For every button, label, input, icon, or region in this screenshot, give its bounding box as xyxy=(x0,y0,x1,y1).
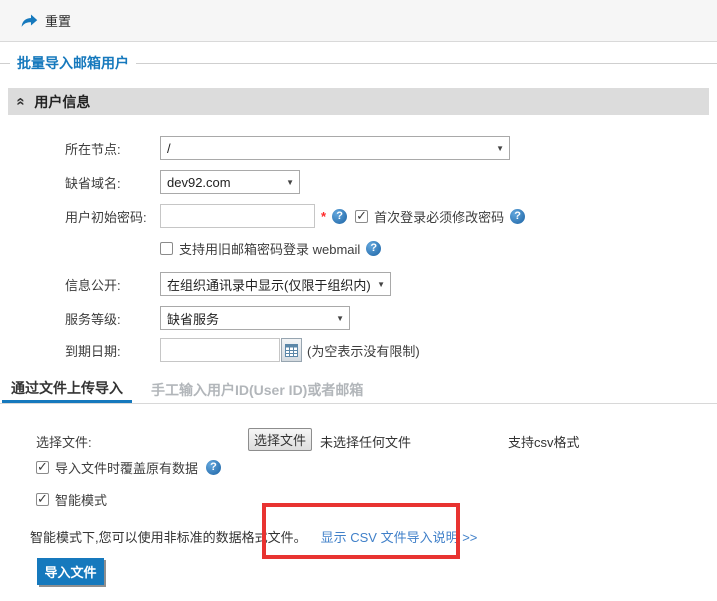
domain-select-value: dev92.com xyxy=(167,175,231,190)
import-method-tabs: 通过文件上传导入 手工输入用户ID(User ID)或者邮箱 xyxy=(0,376,717,404)
visibility-row: 信息公开: 在组织通讯录中显示(仅限于组织内) ▼ xyxy=(65,272,391,296)
overwrite-checkbox[interactable]: ✓ xyxy=(36,461,49,474)
overwrite-row: ✓ 导入文件时覆盖原有数据 ? xyxy=(36,459,221,475)
overwrite-label: 导入文件时覆盖原有数据 xyxy=(55,458,198,477)
reset-button[interactable]: 重置 xyxy=(19,11,71,30)
domain-row: 缺省域名: dev92.com ▼ xyxy=(65,170,300,194)
file-chooser-row: 选择文件: 选择文件 未选择任何文件 支持csv格式 xyxy=(0,428,717,452)
batch-import-page: 重置 批量导入邮箱用户 « 用户信息 所在节点: / ▼ 缺省域名: dev92… xyxy=(0,0,717,601)
old-password-row: 支持用旧邮箱密码登录 webmail ? xyxy=(160,240,381,256)
select-arrow-icon: ▼ xyxy=(496,144,504,153)
tab-manual-input[interactable]: 手工输入用户ID(User ID)或者邮箱 xyxy=(151,376,363,403)
overwrite-help-icon[interactable]: ? xyxy=(206,460,221,475)
checkmark-icon: ✓ xyxy=(37,459,48,475)
password-help-icon[interactable]: ? xyxy=(332,209,347,224)
expire-hint: (为空表示没有限制) xyxy=(307,341,420,360)
smart-mode-checkbox[interactable]: ✓ xyxy=(36,493,49,506)
first-login-checkbox[interactable]: ✓ xyxy=(355,210,368,223)
file-label: 选择文件: xyxy=(36,432,92,451)
tab-file-upload[interactable]: 通过文件上传导入 xyxy=(2,376,132,403)
checkmark-icon: ✓ xyxy=(37,491,48,507)
collapse-chevron-icon[interactable]: « xyxy=(14,97,29,105)
first-login-help-icon[interactable]: ? xyxy=(510,209,525,224)
service-select[interactable]: 缺省服务 ▼ xyxy=(160,306,350,330)
show-csv-help-link[interactable]: 显示 CSV 文件导入说明 >> xyxy=(321,527,478,546)
csv-format-hint: 支持csv格式 xyxy=(508,432,580,451)
calendar-icon xyxy=(285,344,298,357)
select-arrow-icon: ▼ xyxy=(377,280,385,289)
node-select-value: / xyxy=(167,141,171,156)
title-rule-left xyxy=(0,63,10,64)
expire-row: 到期日期: (为空表示没有限制) xyxy=(65,338,420,362)
visibility-select-value: 在组织通讯录中显示(仅限于组织内) xyxy=(167,275,371,294)
smart-mode-label: 智能模式 xyxy=(55,490,107,509)
expire-label: 到期日期: xyxy=(65,341,160,360)
user-info-section-header[interactable]: « 用户信息 xyxy=(8,88,709,115)
service-label: 服务等级: xyxy=(65,309,160,328)
service-select-value: 缺省服务 xyxy=(167,309,219,328)
first-login-label: 首次登录必须修改密码 xyxy=(374,207,504,226)
domain-label: 缺省域名: xyxy=(65,173,160,192)
top-toolbar: 重置 xyxy=(0,0,717,42)
page-title: 批量导入邮箱用户 xyxy=(17,53,129,73)
import-file-button[interactable]: 导入文件 xyxy=(37,558,104,585)
visibility-select[interactable]: 在组织通讯录中显示(仅限于组织内) ▼ xyxy=(160,272,391,296)
select-arrow-icon: ▼ xyxy=(336,314,344,323)
node-row: 所在节点: / ▼ xyxy=(65,136,510,160)
title-rule-right xyxy=(136,63,717,64)
checkmark-icon: ✓ xyxy=(356,208,367,224)
smart-tip-text: 智能模式下,您可以使用非标准的数据格式文件。 xyxy=(30,527,307,546)
node-label: 所在节点: xyxy=(65,139,160,158)
visibility-label: 信息公开: xyxy=(65,275,160,294)
smart-mode-row: ✓ 智能模式 xyxy=(36,491,113,507)
choose-file-button[interactable]: 选择文件 xyxy=(248,428,312,451)
no-file-text: 未选择任何文件 xyxy=(320,432,411,451)
select-arrow-icon: ▼ xyxy=(286,178,294,187)
old-password-help-icon[interactable]: ? xyxy=(366,241,381,256)
page-title-row: 批量导入邮箱用户 xyxy=(0,55,717,71)
old-password-checkbox[interactable] xyxy=(160,242,173,255)
service-row: 服务等级: 缺省服务 ▼ xyxy=(65,306,350,330)
password-input[interactable] xyxy=(160,204,315,228)
section-title: 用户信息 xyxy=(34,92,90,112)
password-label: 用户初始密码: xyxy=(65,207,160,226)
expire-date-input[interactable] xyxy=(160,338,280,362)
reset-button-label: 重置 xyxy=(45,11,71,30)
node-select[interactable]: / ▼ xyxy=(160,136,510,160)
redo-arrow-icon xyxy=(19,12,38,30)
calendar-picker-button[interactable] xyxy=(281,338,302,362)
smart-tip-row: 智能模式下,您可以使用非标准的数据格式文件。 显示 CSV 文件导入说明 >> xyxy=(30,527,477,545)
password-row: 用户初始密码: * ? ✓ 首次登录必须修改密码 ? xyxy=(65,204,525,228)
old-password-label: 支持用旧邮箱密码登录 webmail xyxy=(179,239,360,258)
domain-select[interactable]: dev92.com ▼ xyxy=(160,170,300,194)
password-required-mark: * xyxy=(321,209,326,224)
